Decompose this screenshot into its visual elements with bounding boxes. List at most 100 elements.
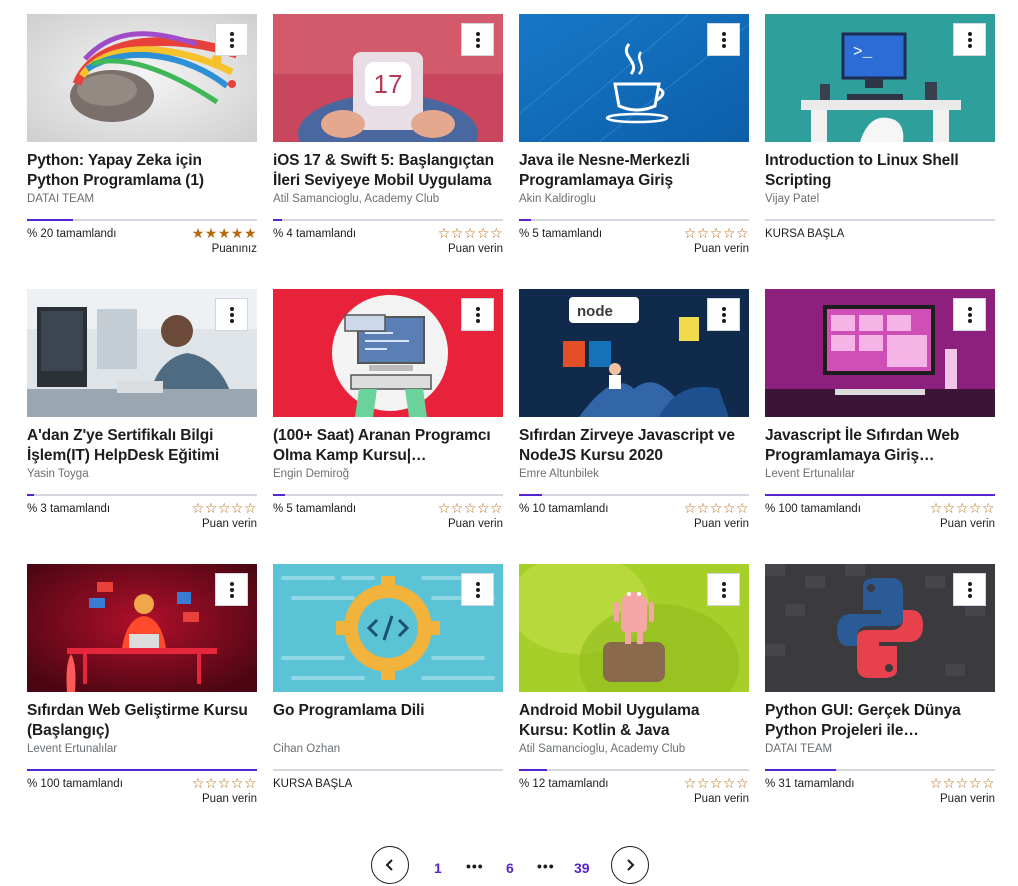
course-title[interactable]: Python GUI: Gerçek Dünya Python Projeler… bbox=[765, 701, 995, 741]
progress-fill bbox=[27, 219, 73, 221]
course-thumbnail[interactable] bbox=[273, 289, 503, 417]
progress-label: % 20 tamamlandı bbox=[27, 228, 117, 240]
rating-label[interactable]: Puan verin bbox=[694, 518, 749, 530]
course-thumbnail[interactable] bbox=[519, 14, 749, 142]
progress-bar bbox=[519, 494, 749, 496]
page-link-current[interactable]: 6 bbox=[506, 860, 514, 876]
previous-page-button[interactable] bbox=[371, 846, 409, 884]
course-options-button[interactable] bbox=[953, 298, 986, 331]
svg-text:>_: >_ bbox=[853, 43, 873, 61]
course-author: Levent Ertunalılar bbox=[765, 468, 856, 480]
course-thumbnail[interactable] bbox=[765, 564, 995, 692]
course-options-button[interactable] bbox=[707, 23, 740, 56]
course-options-button[interactable] bbox=[461, 573, 494, 606]
course-title[interactable]: Go Programlama Dili bbox=[273, 701, 503, 741]
course-options-button[interactable] bbox=[953, 573, 986, 606]
course-thumbnail[interactable] bbox=[519, 564, 749, 692]
rating-stars[interactable]: ☆☆☆☆☆ bbox=[192, 501, 257, 516]
page-link-last[interactable]: 39 bbox=[574, 860, 590, 876]
course-title[interactable]: Python: Yapay Zeka için Python Programla… bbox=[27, 151, 257, 191]
course-card[interactable]: Python GUI: Gerçek Dünya Python Projeler… bbox=[765, 564, 995, 811]
course-card[interactable]: Sıfırdan Web Geliştirme Kursu (Başlangıç… bbox=[27, 564, 257, 811]
rating-stars[interactable]: ☆☆☆☆☆ bbox=[684, 226, 749, 241]
course-card[interactable]: node Sıfırdan Zirveye Javascript ve Node… bbox=[519, 289, 749, 536]
course-thumbnail[interactable]: 17 bbox=[273, 14, 503, 142]
course-options-button[interactable] bbox=[215, 23, 248, 56]
course-card[interactable]: A'dan Z'ye Sertifikalı Bilgi İşlem(IT) H… bbox=[27, 289, 257, 536]
course-card[interactable]: Java ile Nesne-Merkezli Programlamaya Gi… bbox=[519, 14, 749, 261]
rating-label[interactable]: Puan verin bbox=[448, 243, 503, 255]
more-vertical-icon bbox=[475, 306, 480, 323]
course-card[interactable]: Go Programlama Dili Cihan Özhan KURSA BA… bbox=[273, 564, 503, 811]
progress-label: % 12 tamamlandı bbox=[519, 778, 609, 790]
course-author: Akin Kaldiroglu bbox=[519, 193, 596, 205]
rating-stars[interactable]: ☆☆☆☆☆ bbox=[684, 776, 749, 791]
course-title[interactable]: (100+ Saat) Aranan Programcı Olma Kamp K… bbox=[273, 426, 503, 466]
course-options-button[interactable] bbox=[461, 298, 494, 331]
rating-label[interactable]: Puan verin bbox=[694, 793, 749, 805]
course-card[interactable]: Android Mobil Uygulama Kursu: Kotlin & J… bbox=[519, 564, 749, 811]
progress-bar bbox=[765, 769, 995, 771]
rating-label[interactable]: Puan verin bbox=[940, 518, 995, 530]
progress-fill bbox=[27, 769, 257, 771]
svg-text:17: 17 bbox=[374, 69, 403, 99]
course-card[interactable]: 17 iOS 17 & Swift 5: Başlangıçtan İleri … bbox=[273, 14, 503, 261]
course-thumbnail[interactable]: >_ bbox=[765, 14, 995, 142]
course-options-button[interactable] bbox=[707, 298, 740, 331]
course-author: Vijay Patel bbox=[765, 193, 820, 205]
rating-stars[interactable]: ☆☆☆☆☆ bbox=[192, 776, 257, 791]
course-title[interactable]: Introduction to Linux Shell Scripting bbox=[765, 151, 995, 191]
course-title[interactable]: Sıfırdan Zirveye Javascript ve NodeJS Ku… bbox=[519, 426, 749, 466]
rating-stars[interactable]: ★★★★★ bbox=[192, 226, 257, 241]
course-options-button[interactable] bbox=[215, 573, 248, 606]
progress-bar bbox=[27, 219, 257, 221]
course-title[interactable]: A'dan Z'ye Sertifikalı Bilgi İşlem(IT) H… bbox=[27, 426, 257, 466]
rating-label[interactable]: Puan verin bbox=[940, 793, 995, 805]
course-grid: Python: Yapay Zeka için Python Programla… bbox=[27, 14, 995, 811]
course-title[interactable]: iOS 17 & Swift 5: Başlangıçtan İleri Sev… bbox=[273, 151, 503, 191]
progress-fill bbox=[519, 769, 547, 771]
course-card[interactable]: Python: Yapay Zeka için Python Programla… bbox=[27, 14, 257, 261]
course-author: DATAI TEAM bbox=[765, 743, 833, 755]
progress-fill bbox=[765, 494, 995, 496]
start-course-link[interactable]: KURSA BAŞLA bbox=[765, 228, 844, 240]
rating-label[interactable]: Puan verin bbox=[448, 518, 503, 530]
course-title[interactable]: Javascript İle Sıfırdan Web Programlamay… bbox=[765, 426, 995, 466]
progress-fill bbox=[519, 494, 542, 496]
course-thumbnail[interactable] bbox=[27, 289, 257, 417]
page-link-first[interactable]: 1 bbox=[434, 860, 442, 876]
rating-stars[interactable]: ☆☆☆☆☆ bbox=[438, 501, 503, 516]
course-thumbnail[interactable] bbox=[273, 564, 503, 692]
start-course-link[interactable]: KURSA BAŞLA bbox=[273, 778, 352, 790]
course-thumbnail[interactable] bbox=[765, 289, 995, 417]
rating-stars[interactable]: ☆☆☆☆☆ bbox=[930, 501, 995, 516]
course-author: Atil Samancioglu, Academy Club bbox=[519, 743, 686, 755]
progress-label: % 100 tamamlandı bbox=[765, 503, 861, 515]
chevron-right-icon bbox=[627, 859, 635, 871]
course-options-button[interactable] bbox=[953, 23, 986, 56]
rating-label[interactable]: Puan verin bbox=[202, 518, 257, 530]
course-card[interactable]: (100+ Saat) Aranan Programcı Olma Kamp K… bbox=[273, 289, 503, 536]
course-options-button[interactable] bbox=[215, 298, 248, 331]
rating-stars[interactable]: ☆☆☆☆☆ bbox=[930, 776, 995, 791]
course-title[interactable]: Java ile Nesne-Merkezli Programlamaya Gi… bbox=[519, 151, 749, 191]
course-author: Yasin Toyga bbox=[27, 468, 89, 480]
course-options-button[interactable] bbox=[461, 23, 494, 56]
course-title[interactable]: Sıfırdan Web Geliştirme Kursu (Başlangıç… bbox=[27, 701, 257, 741]
more-vertical-icon bbox=[967, 31, 972, 48]
course-card[interactable]: Javascript İle Sıfırdan Web Programlamay… bbox=[765, 289, 995, 536]
course-thumbnail[interactable] bbox=[27, 564, 257, 692]
rating-label[interactable]: Puan verin bbox=[202, 793, 257, 805]
course-thumbnail[interactable]: node bbox=[519, 289, 749, 417]
course-author: DATAI TEAM bbox=[27, 193, 95, 205]
rating-stars[interactable]: ☆☆☆☆☆ bbox=[438, 226, 503, 241]
course-thumbnail[interactable] bbox=[27, 14, 257, 142]
course-options-button[interactable] bbox=[707, 573, 740, 606]
progress-fill bbox=[765, 769, 837, 771]
course-title[interactable]: Android Mobil Uygulama Kursu: Kotlin & J… bbox=[519, 701, 749, 741]
course-card[interactable]: >_ Introduction to Linux Shell Scripting… bbox=[765, 14, 995, 261]
rating-label[interactable]: Puan verin bbox=[694, 243, 749, 255]
rating-stars[interactable]: ☆☆☆☆☆ bbox=[684, 501, 749, 516]
next-page-button[interactable] bbox=[611, 846, 649, 884]
rating-label[interactable]: Puanınız bbox=[212, 243, 257, 255]
